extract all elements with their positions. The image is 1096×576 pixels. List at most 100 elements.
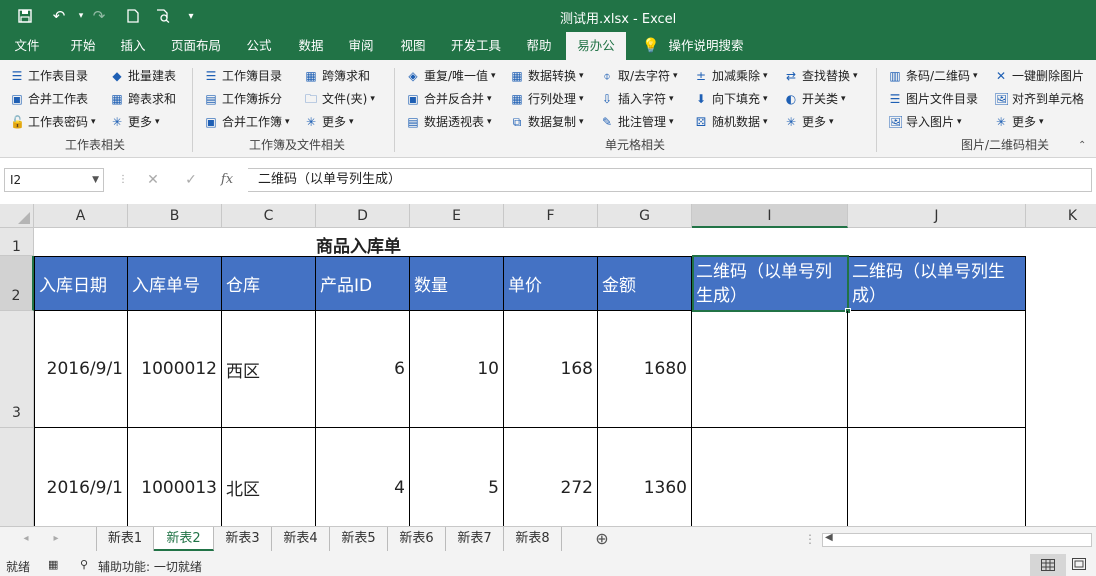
table-cell[interactable]: 2016/9/1 <box>34 428 128 526</box>
header-cell-order-no[interactable]: 入库单号 <box>128 256 222 311</box>
table-cell[interactable]: 168 <box>504 311 598 428</box>
table-cell[interactable]: 4 <box>316 428 410 526</box>
header-cell-price[interactable]: 单价 <box>504 256 598 311</box>
table-cell[interactable]: 1680 <box>598 311 692 428</box>
cross-book-sum-button[interactable]: ▦ 跨簿求和 <box>304 66 370 86</box>
pivot-table-button[interactable]: ▤ 数据透视表 ▾ <box>406 112 491 132</box>
table-cell[interactable] <box>848 311 1026 428</box>
sheet-password-button[interactable]: 🔓 工作表密码 ▾ <box>10 112 96 132</box>
scroll-right-icon[interactable]: ▸ <box>44 527 68 551</box>
column-header-j[interactable]: J <box>848 204 1026 228</box>
data-copy-button[interactable]: ⧉ 数据复制 ▾ <box>510 112 584 132</box>
add-sheet-icon[interactable]: ⊕ <box>588 527 616 551</box>
column-header-d[interactable]: D <box>316 204 410 228</box>
table-cell[interactable]: 西区 <box>222 311 316 428</box>
merge-sheets-button[interactable]: ▣ 合并工作表 <box>10 89 88 109</box>
tab-developer[interactable]: 开发工具 <box>442 32 510 60</box>
tab-view[interactable]: 视图 <box>390 32 436 60</box>
row-header-3[interactable]: 3 <box>0 311 34 428</box>
save-icon[interactable] <box>10 0 40 32</box>
sheet-tab-5[interactable]: 新表5 <box>330 527 388 551</box>
tab-formulas[interactable]: 公式 <box>236 32 282 60</box>
name-box[interactable]: I2 ▼ <box>4 168 104 192</box>
customize-icon[interactable]: ▾ <box>176 0 206 32</box>
align-to-cell-button[interactable]: 🖼 对齐到单元格 <box>994 89 1084 109</box>
cross-sheet-sum-button[interactable]: ▦ 跨表求和 <box>110 89 176 109</box>
insert-chars-button[interactable]: ⇩ 插入字符 ▾ <box>600 89 674 109</box>
fill-down-button[interactable]: ⬇ 向下填充 ▾ <box>694 89 768 109</box>
accessibility-icon[interactable]: ⚲ <box>80 558 88 571</box>
file-folder-button[interactable]: 🗀 文件(夹) ▾ <box>304 89 375 109</box>
column-header-b[interactable]: B <box>128 204 222 228</box>
column-header-f[interactable]: F <box>504 204 598 228</box>
formula-input[interactable]: 二维码（以单号列生成） <box>248 168 1092 192</box>
collapse-ribbon-icon[interactable]: ⌃ <box>1078 136 1086 156</box>
enter-icon[interactable]: ✓ <box>182 171 200 189</box>
sheet-tab-6[interactable]: 新表6 <box>388 527 446 551</box>
tell-me-search[interactable]: 操作说明搜索 <box>664 32 748 60</box>
row-header-4[interactable] <box>0 428 34 526</box>
horizontal-scrollbar[interactable]: ◀ <box>822 532 1092 547</box>
new-file-icon[interactable] <box>118 0 148 32</box>
toggle-button[interactable]: ◐ 开关类 ▾ <box>784 89 846 109</box>
find-replace-button[interactable]: ⇄ 查找替换 ▾ <box>784 66 858 86</box>
sheet-tab-4[interactable]: 新表4 <box>272 527 330 551</box>
more-button-g1[interactable]: ✳ 更多 ▾ <box>110 112 160 132</box>
tab-home[interactable]: 开始 <box>58 32 108 60</box>
delete-images-button[interactable]: ✕ 一键删除图片 <box>994 66 1084 86</box>
workbook-split-button[interactable]: ▤ 工作簿拆分 <box>204 89 282 109</box>
header-cell-qrcode-i[interactable]: 二维码（以单号列生成） <box>692 256 848 311</box>
more-button-g2[interactable]: ✳ 更多 ▾ <box>304 112 354 132</box>
column-header-e[interactable]: E <box>410 204 504 228</box>
tab-review[interactable]: 审阅 <box>338 32 384 60</box>
tab-file[interactable]: 文件 <box>4 32 50 60</box>
row-header-2[interactable]: 2 <box>0 256 34 311</box>
table-cell[interactable] <box>692 428 848 526</box>
chevron-down-icon[interactable]: ▼ <box>92 169 99 191</box>
header-cell-product-id[interactable]: 产品ID <box>316 256 410 311</box>
row-col-button[interactable]: ▦ 行列处理 ▾ <box>510 89 583 109</box>
barcode-qr-button[interactable]: ▥ 条码/二维码 ▾ <box>888 66 977 86</box>
extract-chars-button[interactable]: ⌽ 取/去字符 ▾ <box>600 66 677 86</box>
data-convert-button[interactable]: ▦ 数据转换 ▾ <box>510 66 583 86</box>
table-cell[interactable]: 1000012 <box>128 311 222 428</box>
header-cell-qrcode-j[interactable]: 二维码（以单号列生成） <box>848 256 1026 311</box>
image-toc-button[interactable]: ☰ 图片文件目录 <box>888 89 978 109</box>
header-cell-warehouse[interactable]: 仓库 <box>222 256 316 311</box>
scroll-left-icon[interactable]: ◂ <box>14 527 38 551</box>
merge-workbooks-button[interactable]: ▣ 合并工作簿 ▾ <box>204 112 289 132</box>
page-layout-view-icon[interactable] <box>1072 558 1092 572</box>
duplicate-unique-button[interactable]: ◈ 重复/唯一值 ▾ <box>406 66 495 86</box>
insert-function-icon[interactable]: fx <box>218 171 236 189</box>
macro-record-icon[interactable]: ▦ <box>48 558 58 571</box>
table-cell[interactable]: 272 <box>504 428 598 526</box>
column-header-g[interactable]: G <box>598 204 692 228</box>
scroll-left-arrow-icon[interactable]: ◀ <box>825 532 833 543</box>
accessibility-status[interactable]: 辅助功能: 一切就绪 <box>98 558 202 575</box>
table-cell[interactable] <box>848 428 1026 526</box>
sheet-tab-2[interactable]: 新表2 <box>154 527 214 551</box>
split-handle-icon[interactable]: ⋮ <box>800 527 820 551</box>
column-header-k[interactable]: K <box>1026 204 1096 228</box>
sheet-tab-1[interactable]: 新表1 <box>96 527 154 551</box>
column-header-c[interactable]: C <box>222 204 316 228</box>
tab-page-layout[interactable]: 页面布局 <box>164 32 228 60</box>
normal-view-button[interactable] <box>1030 554 1066 576</box>
sheet-tab-7[interactable]: 新表7 <box>446 527 504 551</box>
column-header-i[interactable]: I <box>692 204 848 228</box>
table-cell[interactable] <box>692 311 848 428</box>
table-cell[interactable]: 1000013 <box>128 428 222 526</box>
workbook-toc-button[interactable]: ☰ 工作簿目录 <box>204 66 282 86</box>
arithmetic-button[interactable]: ± 加减乘除 ▾ <box>694 66 768 86</box>
header-cell-amount[interactable]: 金额 <box>598 256 692 311</box>
table-cell[interactable]: 10 <box>410 311 504 428</box>
tab-data[interactable]: 数据 <box>288 32 334 60</box>
sheet-tab-3[interactable]: 新表3 <box>214 527 272 551</box>
more-button-g3[interactable]: ✳ 更多 ▾ <box>784 112 834 132</box>
tab-yibangong[interactable]: 易办公 <box>566 32 626 60</box>
tab-insert[interactable]: 插入 <box>110 32 156 60</box>
select-all-corner[interactable] <box>0 204 34 228</box>
tab-help[interactable]: 帮助 <box>516 32 562 60</box>
header-cell-quantity[interactable]: 数量 <box>410 256 504 311</box>
table-cell[interactable]: 6 <box>316 311 410 428</box>
